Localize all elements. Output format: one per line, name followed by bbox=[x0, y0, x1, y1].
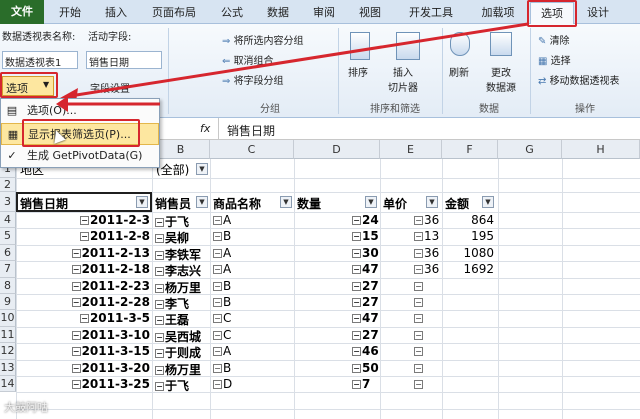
menu-arrow bbox=[56, 96, 160, 112]
watermark: 大鼓阿咕 bbox=[4, 401, 48, 414]
excel-window: 文件 开始 插入 页面布局 公式 数据 审阅 视图 开发工具 加载项 选项 设计… bbox=[0, 0, 640, 419]
